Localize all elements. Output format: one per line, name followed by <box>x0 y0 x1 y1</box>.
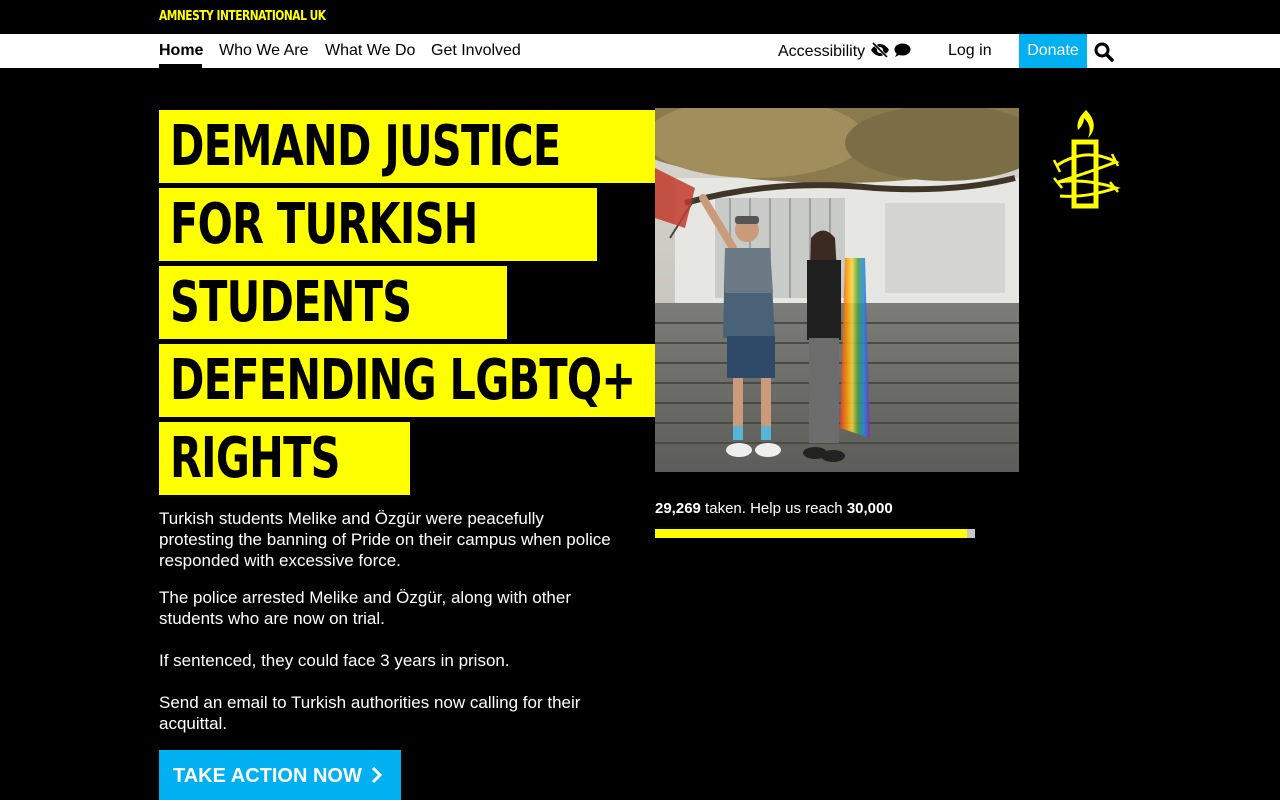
eye-slash-icon <box>870 41 889 59</box>
take-action-label: TAKE ACTION NOW <box>173 765 362 787</box>
accessibility-button[interactable]: Accessibility <box>778 41 911 61</box>
search-button[interactable] <box>1094 42 1114 67</box>
sentence-paragraph: If sentenced, they could face 3 years in… <box>159 651 510 670</box>
take-action-button[interactable]: TAKE ACTION NOW <box>159 750 401 800</box>
campaign-photo <box>655 108 1019 472</box>
progress-fill <box>655 529 968 538</box>
login-link[interactable]: Log in <box>948 42 992 60</box>
signature-progress-bar <box>655 529 975 538</box>
nav-active-underline <box>159 64 202 68</box>
email-paragraph: Send an email to Turkish authorities now… <box>159 693 581 733</box>
search-icon <box>1094 42 1114 62</box>
nav-item-who-we-are[interactable]: Who We Are <box>219 42 309 60</box>
intro-paragraph: Turkish students Melike and Özgür were p… <box>159 509 611 570</box>
signatures-taken: 29,269 <box>655 500 701 517</box>
headline-line: RIGHTS <box>159 422 411 495</box>
headline-line: DEMAND JUSTICE <box>159 110 709 183</box>
donate-button[interactable]: Donate <box>1019 34 1087 68</box>
brand-logo-text[interactable]: AMNESTY INTERNATIONAL UK <box>159 9 326 24</box>
nav-item-what-we-do[interactable]: What We Do <box>325 42 415 60</box>
candle-icon <box>1052 110 1121 209</box>
nav-item-home[interactable]: Home <box>159 42 203 60</box>
chevron-right-icon <box>372 766 383 784</box>
signature-progress-text: 29,269 taken. Help us reach 30,000 <box>655 500 893 517</box>
headline-line: FOR TURKISH <box>159 188 597 261</box>
speech-bubble-icon <box>894 43 911 57</box>
page-headline: DEMAND JUSTICE FOR TURKISH STUDENTS DEFE… <box>159 110 810 500</box>
nav-item-get-involved[interactable]: Get Involved <box>431 42 521 60</box>
accessibility-label: Accessibility <box>778 43 866 60</box>
arrest-paragraph: The police arrested Melike and Özgür, al… <box>159 588 572 628</box>
signatures-goal: 30,000 <box>846 500 893 517</box>
main-nav: Home Who We Are What We Do Get Involved … <box>0 34 1280 68</box>
amnesty-candle-logo[interactable] <box>1050 106 1122 217</box>
progress-mid-text: taken. Help us reach <box>700 500 847 517</box>
headline-line: STUDENTS <box>159 266 508 339</box>
top-bar: AMNESTY INTERNATIONAL UK <box>0 0 1280 34</box>
